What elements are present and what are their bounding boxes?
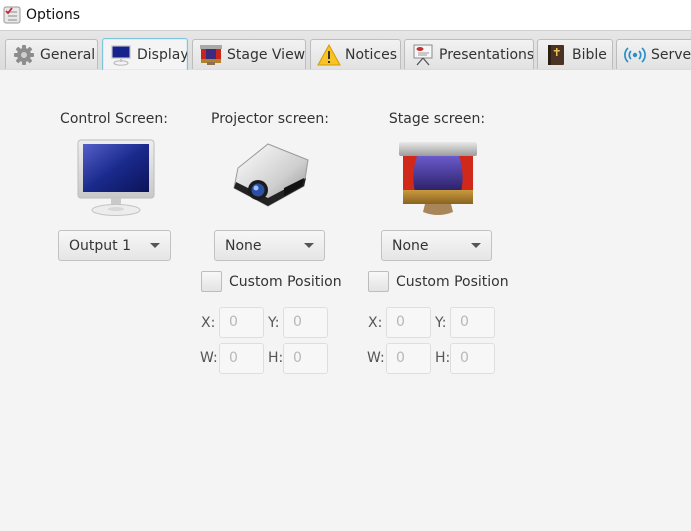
stage-screen-dropdown[interactable]: None xyxy=(381,230,492,261)
stage-x-label: X: xyxy=(368,315,383,331)
projector-w-label: W: xyxy=(200,350,218,366)
stage-icon xyxy=(199,44,223,66)
chevron-down-icon xyxy=(471,243,481,248)
display-settings-panel: Control Screen: Output 1 Projector scree… xyxy=(0,70,691,531)
chevron-down-icon xyxy=(304,243,314,248)
projector-custom-position[interactable]: Custom Position xyxy=(201,271,342,292)
control-screen-selected: Output 1 xyxy=(69,237,131,254)
control-screen-heading: Control Screen: xyxy=(60,111,168,127)
stage-screen-heading: Stage screen: xyxy=(388,111,486,127)
tab-label: General xyxy=(40,46,96,63)
tab-bible[interactable]: Bible xyxy=(537,39,613,69)
monitor-icon xyxy=(77,139,155,216)
tab-general[interactable]: General xyxy=(5,39,98,69)
stage-h-field[interactable]: 0 xyxy=(450,343,495,374)
gear-icon xyxy=(12,44,36,66)
stage-w-field[interactable]: 0 xyxy=(386,343,431,374)
stage-x-field[interactable]: 0 xyxy=(386,307,431,338)
projector-y-field[interactable]: 0 xyxy=(283,307,328,338)
tab-presentations[interactable]: Presentations xyxy=(404,39,534,69)
tab-bar: General Display Stage View Notices Prese… xyxy=(0,30,691,70)
control-screen-dropdown[interactable]: Output 1 xyxy=(58,230,171,261)
projector-screen-dropdown[interactable]: None xyxy=(214,230,325,261)
stage-h-label: H: xyxy=(435,350,451,366)
tab-label: Bible xyxy=(572,46,607,63)
projector-w-field[interactable]: 0 xyxy=(219,343,264,374)
projector-screen-selected: None xyxy=(225,237,262,254)
tab-label: Display xyxy=(137,46,188,63)
projector-y-label: Y: xyxy=(268,315,280,331)
window-title: Options xyxy=(26,7,81,23)
options-checklist-icon xyxy=(3,6,21,24)
tab-label: Notices xyxy=(345,46,398,63)
tab-notices[interactable]: Notices xyxy=(310,39,401,69)
warning-icon xyxy=(317,43,341,66)
monitor-icon xyxy=(109,44,133,66)
stage-custom-position[interactable]: Custom Position xyxy=(368,271,509,292)
tab-label: Presentations xyxy=(439,46,534,63)
presentation-board-icon xyxy=(411,44,435,66)
tab-label: Stage View xyxy=(227,46,306,63)
projector-screen-heading: Projector screen: xyxy=(211,111,329,127)
wireless-signal-icon xyxy=(623,44,647,66)
projector-h-field[interactable]: 0 xyxy=(283,343,328,374)
stage-custom-position-label: Custom Position xyxy=(396,273,509,290)
projector-custom-position-checkbox[interactable] xyxy=(201,271,222,292)
stage-w-label: W: xyxy=(367,350,385,366)
stage-y-field[interactable]: 0 xyxy=(450,307,495,338)
projector-icon xyxy=(233,143,309,207)
bible-icon xyxy=(544,44,568,66)
stage-y-label: Y: xyxy=(435,315,447,331)
projector-x-label: X: xyxy=(201,315,216,331)
stage-icon xyxy=(399,142,477,215)
stage-custom-position-checkbox[interactable] xyxy=(368,271,389,292)
tab-label: Server xyxy=(651,46,691,63)
tab-stage-view[interactable]: Stage View xyxy=(192,39,306,69)
projector-h-label: H: xyxy=(268,350,284,366)
stage-screen-selected: None xyxy=(392,237,429,254)
tab-display[interactable]: Display xyxy=(102,38,188,70)
window-titlebar: Options xyxy=(0,0,691,30)
tab-server[interactable]: Server xyxy=(616,39,691,69)
projector-custom-position-label: Custom Position xyxy=(229,273,342,290)
projector-x-field[interactable]: 0 xyxy=(219,307,264,338)
chevron-down-icon xyxy=(150,243,160,248)
